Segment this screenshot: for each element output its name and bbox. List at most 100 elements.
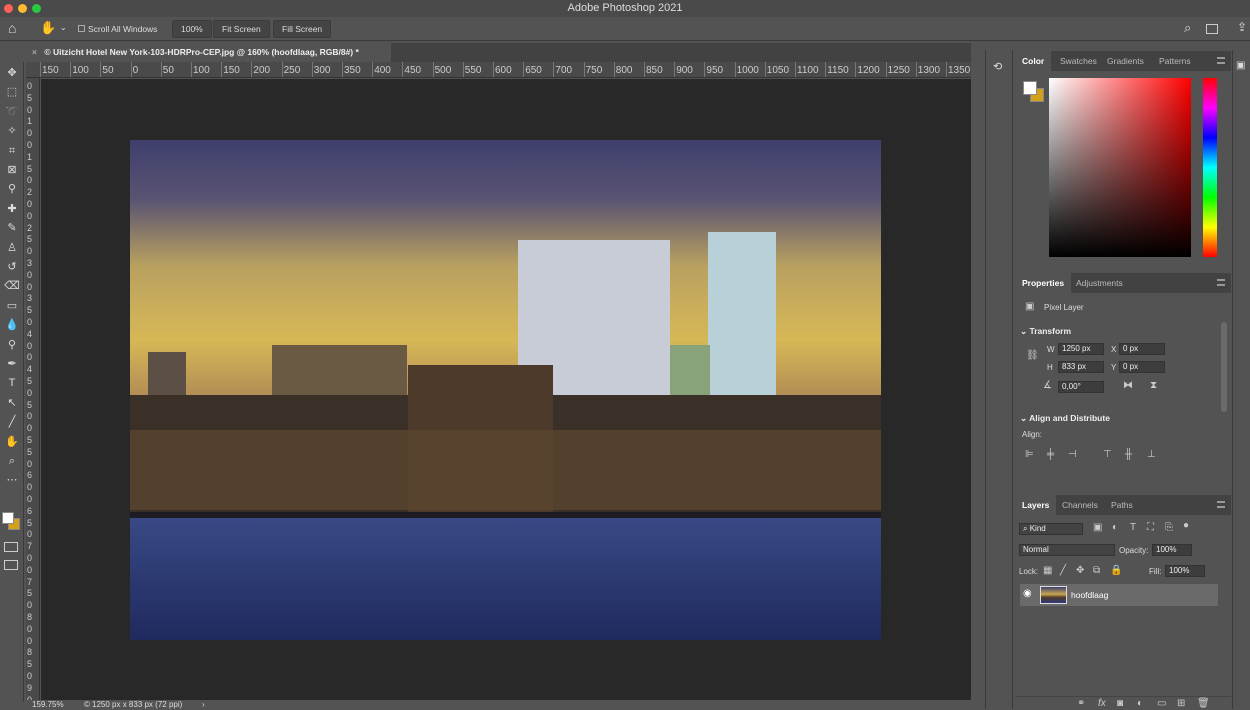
- opacity-field[interactable]: 100%: [1152, 544, 1192, 556]
- share-icon[interactable]: ⇪: [1237, 20, 1247, 34]
- color-field[interactable]: [1049, 78, 1191, 257]
- align-middle-icon[interactable]: ╫: [1125, 449, 1132, 460]
- close-tab-icon[interactable]: ×: [32, 47, 37, 57]
- tab-layers[interactable]: Layers: [1015, 495, 1057, 515]
- lasso-tool-icon[interactable]: ➰: [3, 104, 21, 120]
- tab-channels[interactable]: Channels: [1055, 495, 1105, 515]
- tab-color[interactable]: Color: [1015, 51, 1052, 71]
- filter-type-icon[interactable]: T: [1130, 522, 1136, 533]
- width-field[interactable]: 1250 px: [1058, 343, 1104, 355]
- height-field[interactable]: 833 px: [1058, 361, 1104, 373]
- link-icon[interactable]: ⛓: [1026, 350, 1039, 361]
- home-icon[interactable]: ⌂: [8, 20, 16, 36]
- chevron-down-icon[interactable]: ⌄: [60, 23, 67, 32]
- pen-tool-icon[interactable]: ✒: [3, 356, 21, 372]
- magic-wand-icon[interactable]: ✧: [3, 123, 21, 139]
- flip-horizontal-icon[interactable]: ⧓: [1123, 380, 1133, 391]
- filter-adjustment-icon[interactable]: ◐: [1112, 522, 1118, 533]
- blend-mode-select[interactable]: Normal: [1019, 544, 1115, 556]
- brush-tool-icon[interactable]: ✎: [3, 220, 21, 236]
- healing-brush-icon[interactable]: ✚: [3, 201, 21, 217]
- frame-tool-icon[interactable]: ⊠: [3, 162, 21, 178]
- filter-pixel-icon[interactable]: ▣: [1093, 522, 1102, 533]
- lock-transparent-icon[interactable]: ▦: [1043, 565, 1052, 576]
- add-mask-icon[interactable]: ◙: [1117, 698, 1123, 709]
- filter-shape-icon[interactable]: ⛶: [1147, 522, 1154, 533]
- document-tab[interactable]: × © Uitzicht Hotel New York-103-HDRPro-C…: [26, 43, 391, 62]
- ruler-label: 400: [374, 65, 391, 76]
- align-right-icon[interactable]: ⊣: [1068, 449, 1077, 460]
- history-brush-icon[interactable]: ↺: [3, 259, 21, 275]
- delete-layer-icon[interactable]: 🗑: [1197, 698, 1210, 709]
- type-tool-icon[interactable]: T: [3, 375, 21, 391]
- layer-filter-select[interactable]: ⌕ Kind: [1019, 523, 1083, 535]
- lock-artboard-icon[interactable]: ⧉: [1093, 565, 1100, 576]
- flip-vertical-icon[interactable]: ⧗: [1150, 380, 1157, 391]
- minimize-window-button[interactable]: [18, 4, 27, 13]
- hand-tool-icon[interactable]: ✋: [40, 20, 56, 36]
- close-window-button[interactable]: [4, 4, 13, 13]
- dodge-tool-icon[interactable]: ⚲: [3, 337, 21, 353]
- history-icon[interactable]: ⟲: [993, 60, 1002, 73]
- eyedropper-icon[interactable]: ⚲: [3, 181, 21, 197]
- workspace-icon[interactable]: [1206, 24, 1218, 34]
- hand-tool-icon[interactable]: ✋: [3, 434, 21, 450]
- new-group-icon[interactable]: ▭: [1157, 698, 1166, 709]
- align-center-icon[interactable]: ╪: [1047, 449, 1054, 460]
- x-field[interactable]: 0 px: [1119, 343, 1165, 355]
- fill-field[interactable]: 100%: [1165, 565, 1205, 577]
- eraser-icon[interactable]: ⌫: [3, 278, 21, 294]
- gradient-tool-icon[interactable]: ▭: [3, 298, 21, 314]
- tab-properties[interactable]: Properties: [1015, 273, 1072, 293]
- foreground-color-swatch[interactable]: [2, 512, 14, 524]
- panel-menu-icon[interactable]: [1217, 501, 1225, 508]
- tab-gradients[interactable]: Gradients: [1100, 51, 1151, 71]
- align-top-icon[interactable]: ⊤: [1103, 449, 1112, 460]
- clone-stamp-icon[interactable]: ♙: [3, 240, 21, 256]
- zoom-100-button[interactable]: 100%: [172, 20, 212, 38]
- hue-slider[interactable]: [1203, 78, 1217, 257]
- panel-menu-icon[interactable]: [1217, 57, 1225, 64]
- maximize-window-button[interactable]: [32, 4, 41, 13]
- new-layer-icon[interactable]: ⊞: [1177, 698, 1185, 709]
- fill-screen-button[interactable]: Fill Screen: [273, 20, 332, 38]
- lock-image-icon[interactable]: ╱: [1060, 565, 1066, 576]
- link-layers-icon[interactable]: ⚭: [1077, 698, 1085, 709]
- eye-icon[interactable]: ◉: [1023, 588, 1032, 599]
- filter-smart-object-icon[interactable]: ⎘: [1165, 522, 1173, 533]
- fx-icon[interactable]: fx: [1098, 698, 1106, 709]
- crop-tool-icon[interactable]: ⌗: [3, 143, 21, 159]
- angle-field[interactable]: 0,00°: [1058, 381, 1104, 393]
- lock-position-icon[interactable]: ✥: [1076, 565, 1084, 576]
- panel-icon[interactable]: ▣: [1236, 60, 1245, 71]
- marquee-tool-icon[interactable]: ⬚: [3, 84, 21, 100]
- tab-patterns[interactable]: Patterns: [1152, 51, 1198, 71]
- foreground-color-swatch[interactable]: [1023, 81, 1037, 95]
- panel-menu-icon[interactable]: [1217, 279, 1225, 286]
- line-tool-icon[interactable]: ╱: [3, 414, 21, 430]
- move-tool-icon[interactable]: ✥: [3, 65, 21, 81]
- zoom-tool-icon[interactable]: ⌕: [3, 453, 21, 469]
- blur-tool-icon[interactable]: 💧: [3, 317, 21, 333]
- more-tools-icon[interactable]: ⋯: [3, 472, 21, 488]
- quick-mask-icon[interactable]: [4, 542, 18, 552]
- document-image[interactable]: [130, 140, 881, 640]
- properties-scrollbar[interactable]: [1221, 322, 1227, 412]
- search-icon[interactable]: ⌕: [1184, 20, 1191, 36]
- layer-row[interactable]: ◉ hoofdlaag: [1020, 584, 1218, 606]
- scroll-all-windows-checkbox[interactable]: [78, 25, 85, 32]
- transform-section[interactable]: ⌄ Transform: [1020, 326, 1071, 337]
- fit-screen-button[interactable]: Fit Screen: [213, 20, 270, 38]
- lock-all-icon[interactable]: 🔒: [1110, 565, 1122, 576]
- tab-adjustments[interactable]: Adjustments: [1069, 273, 1130, 293]
- adjustment-layer-icon[interactable]: ◐: [1137, 698, 1143, 709]
- path-selection-icon[interactable]: ↖: [3, 395, 21, 411]
- align-left-icon[interactable]: ⊫: [1025, 449, 1034, 460]
- y-field[interactable]: 0 px: [1119, 361, 1165, 373]
- filter-toggle-icon[interactable]: ●: [1183, 520, 1189, 531]
- align-bottom-icon[interactable]: ⊥: [1147, 449, 1156, 460]
- tab-paths[interactable]: Paths: [1104, 495, 1140, 515]
- align-section[interactable]: ⌄ Align and Distribute: [1020, 413, 1110, 424]
- tab-swatches[interactable]: Swatches: [1053, 51, 1104, 71]
- screen-mode-icon[interactable]: [4, 560, 18, 570]
